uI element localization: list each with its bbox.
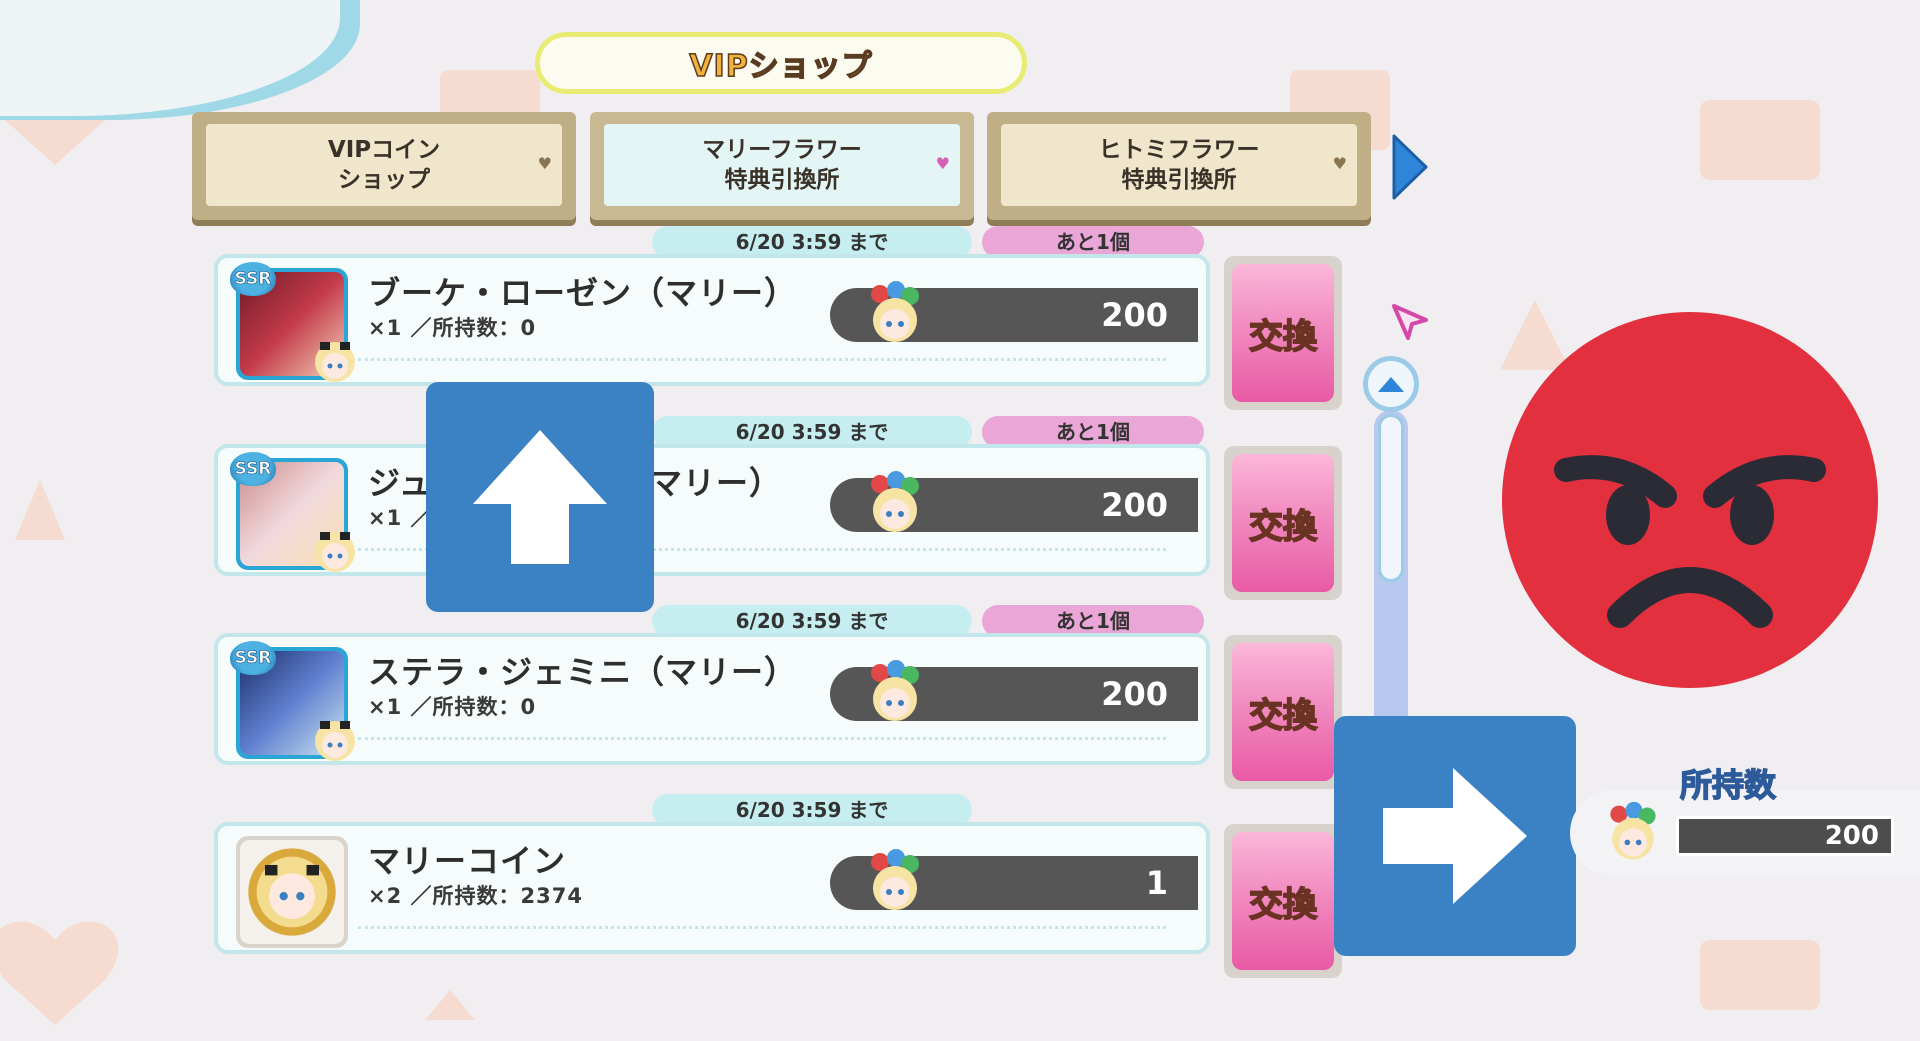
exchange-button-label: 交換 — [1232, 832, 1334, 970]
tab-label-line2: ショップ — [338, 167, 430, 193]
tab-label-line2: 特典引換所 — [724, 167, 840, 193]
shop-title: VIPショップ — [689, 48, 873, 85]
tab-marie-flower-exchange[interactable]: ♥ マリーフラワー 特典引換所 ♥ — [590, 112, 974, 220]
heart-icon: ♥ — [935, 154, 950, 173]
marie-flower-icon — [1610, 801, 1656, 860]
scrollbar-thumb[interactable] — [1378, 414, 1404, 582]
rarity-badge: SSR — [230, 262, 276, 296]
arrow-up-icon — [473, 430, 607, 564]
shop-title-pill: VIPショップ — [535, 32, 1027, 94]
exchange-button-label: 交換 — [1232, 643, 1334, 781]
character-icon — [315, 342, 355, 382]
tab-label-line2: 特典引換所 — [1121, 167, 1237, 193]
marie-coin-icon — [240, 840, 344, 944]
item-name: ステラ・ジェミニ（マリー） — [368, 653, 798, 691]
exchange-button[interactable]: 交換 — [1224, 824, 1342, 978]
cost-bar: 200 — [830, 660, 1198, 721]
exchange-button[interactable]: 交換 — [1224, 446, 1342, 600]
owned-value: 200 — [1824, 821, 1879, 851]
divider — [358, 926, 1166, 929]
cost-bar: 200 — [830, 281, 1198, 342]
list-item: 6/20 3:59 まで マリーコイン ×2 ／所持数：2374 1 交換 — [214, 794, 1342, 978]
cost-value: 200 — [1101, 675, 1168, 713]
tab-label-line1: マリーフラワー — [702, 137, 862, 163]
rarity-badge: SSR — [230, 452, 276, 486]
divider — [358, 737, 1166, 740]
marie-flower-icon — [871, 849, 919, 910]
divider — [358, 358, 1166, 361]
marie-flower-icon — [871, 660, 919, 721]
marie-flower-icon — [871, 281, 919, 342]
owned-label: 所持数 — [1679, 765, 1777, 804]
marie-flower-icon — [871, 471, 919, 532]
list-item: 6/20 3:59 まで あと1個 SSR ブーケ・ローゼン（マリー） ×1 ／… — [214, 226, 1342, 410]
owned-value-bar: 200 — [1676, 816, 1894, 856]
tab-label-line1: ヒトミフラワー — [1098, 137, 1260, 163]
scroll-up-button[interactable] — [1363, 356, 1419, 412]
cost-bar: 200 — [830, 471, 1198, 532]
cost-value: 200 — [1101, 296, 1168, 334]
item-name: ブーケ・ローゼン（マリー） — [368, 274, 798, 312]
chevron-up-icon — [1378, 377, 1404, 392]
rarity-badge: SSR — [230, 641, 276, 675]
exchange-button-label: 交換 — [1232, 264, 1334, 402]
pointer-cursor-icon — [1392, 304, 1428, 340]
character-icon — [315, 721, 355, 761]
triangle-right-icon[interactable] — [1390, 132, 1430, 202]
right-arrow-overlay — [1334, 716, 1576, 956]
item-meta: ×1 ／所持数：0 — [368, 695, 537, 719]
exchange-button-label: 交換 — [1232, 454, 1334, 592]
item-name: マリーコイン — [368, 842, 567, 880]
exchange-button[interactable]: 交換 — [1224, 635, 1342, 789]
heart-icon: ♥ — [537, 154, 552, 173]
item-name-tail: マリー） — [650, 464, 783, 502]
list-item: 6/20 3:59 まで あと1個 SSR ジュ マリー） ×1 ／ 200 交… — [214, 416, 1342, 600]
item-meta: ×1 ／所持数：0 — [368, 316, 537, 340]
cost-bar: 1 — [830, 849, 1198, 910]
cost-value: 200 — [1101, 486, 1168, 524]
item-thumbnail[interactable] — [236, 836, 348, 948]
item-name: ジュ — [368, 464, 432, 502]
angry-face-icon — [1502, 312, 1878, 688]
cost-value: 1 — [1145, 864, 1168, 902]
list-item: 6/20 3:59 まで あと1個 SSR ステラ・ジェミニ（マリー） ×1 ／… — [214, 605, 1342, 789]
heart-icon: ♥ — [1332, 154, 1347, 173]
character-icon — [315, 532, 355, 572]
exchange-button[interactable]: 交換 — [1224, 256, 1342, 410]
tab-vip-coin-shop[interactable]: ♥ VIPコイン ショップ ♥ — [192, 112, 576, 220]
tab-hitomi-flower-exchange[interactable]: ♥ ヒトミフラワー 特典引換所 ♥ — [987, 112, 1371, 220]
item-meta: ×1 ／ — [368, 506, 433, 530]
tab-label-line1: VIPコイン — [327, 137, 441, 163]
item-meta: ×2 ／所持数：2374 — [368, 884, 583, 908]
up-arrow-overlay — [426, 382, 654, 612]
item-thumbnail[interactable]: SSR — [230, 452, 355, 572]
item-thumbnail[interactable]: SSR — [230, 641, 355, 761]
item-thumbnail[interactable]: SSR — [230, 262, 355, 382]
arrow-right-icon — [1383, 768, 1527, 904]
